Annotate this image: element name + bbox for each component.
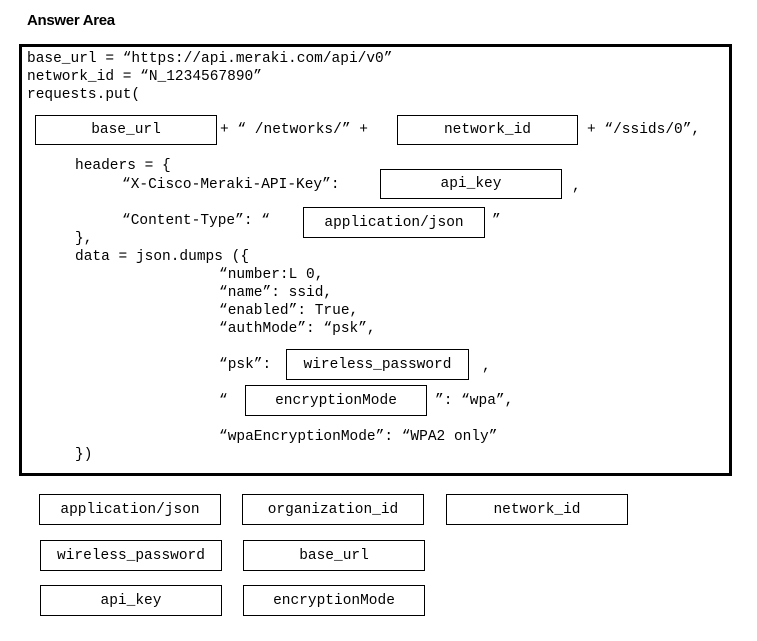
code-headers-open: headers = { [75, 158, 171, 174]
option-organization-id[interactable]: organization_id [242, 494, 424, 525]
code-enabled-line: “enabled”: True, [219, 303, 359, 319]
code-authmode-line: “authMode”: “psk”, [219, 321, 376, 337]
code-data-close: }) [75, 447, 93, 463]
code-wpa-enc-line: “wpaEncryptionMode”: “WPA2 only” [219, 429, 498, 445]
code-url-part2: + “/ssids/0”, [587, 122, 701, 138]
code-data-open: data = json.dumps ({ [75, 249, 250, 265]
option-api-key[interactable]: api_key [40, 585, 222, 616]
code-url-part1: + “ /networks/” + [220, 122, 368, 138]
code-api-key-comma: , [572, 179, 581, 195]
option-network-id[interactable]: network_id [446, 494, 628, 525]
code-number-line: “number:L 0, [219, 267, 324, 283]
code-line-network-id: network_id = “N_1234567890” [27, 69, 262, 85]
code-psk-comma: , [482, 359, 491, 375]
drop-slot-url-network[interactable]: network_id [397, 115, 578, 145]
code-line-base-url: base_url = “https://api.meraki.com/api/v… [27, 51, 393, 67]
code-psk-label: “psk”: [219, 357, 272, 373]
answer-area-title: Answer Area [27, 12, 115, 29]
drop-slot-url-base[interactable]: base_url [35, 115, 217, 145]
code-content-type-label: “Content-Type”: “ [122, 213, 270, 229]
drop-slot-api-key[interactable]: api_key [380, 169, 562, 199]
code-name-line: “name”: ssid, [219, 285, 333, 301]
code-enc-suffix: ”: “wpa”, [435, 393, 514, 409]
drop-slot-psk[interactable]: wireless_password [286, 349, 469, 380]
drop-slot-content-type[interactable]: application/json [303, 207, 485, 238]
code-enc-open-quote: “ [219, 393, 228, 409]
option-application-json[interactable]: application/json [39, 494, 221, 525]
option-base-url[interactable]: base_url [243, 540, 425, 571]
option-wireless-password[interactable]: wireless_password [40, 540, 222, 571]
code-headers-close: }, [75, 231, 93, 247]
option-encryption-mode[interactable]: encryptionMode [243, 585, 425, 616]
code-content-type-close: ” [492, 213, 501, 229]
code-api-key-label: “X-Cisco-Meraki-API-Key”: [122, 177, 340, 193]
drop-slot-enc-key[interactable]: encryptionMode [245, 385, 427, 416]
code-line-requests: requests.put( [27, 87, 141, 103]
